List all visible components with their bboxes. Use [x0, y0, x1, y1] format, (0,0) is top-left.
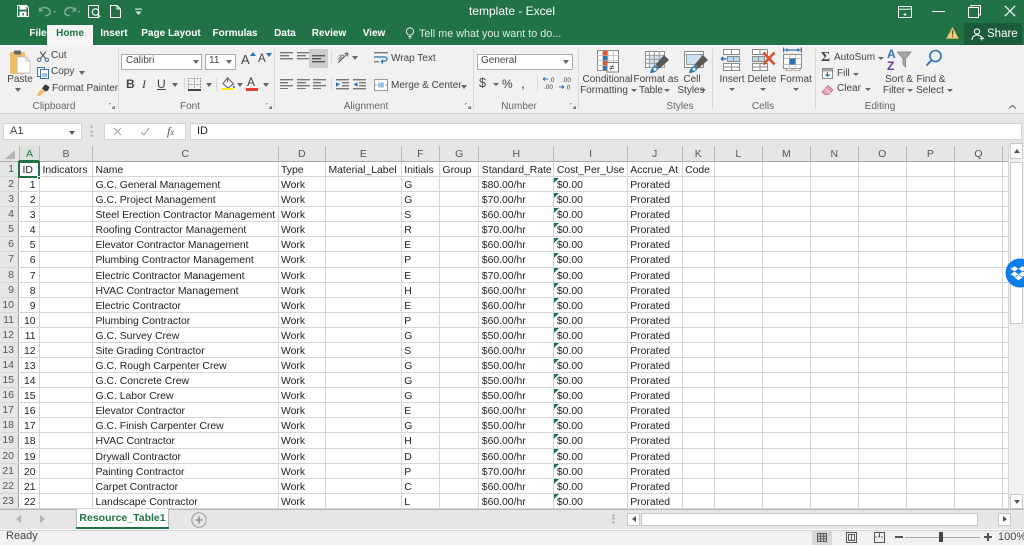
svg-text:≠: ≠ [609, 63, 614, 73]
svg-text:.0: .0 [549, 77, 555, 84]
svg-text:Z: Z [887, 59, 894, 73]
svg-text:ab: ab [337, 53, 347, 64]
svg-text:.00: .00 [544, 84, 553, 90]
